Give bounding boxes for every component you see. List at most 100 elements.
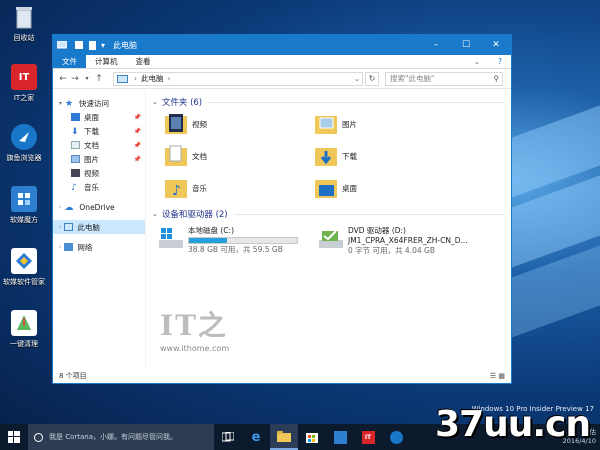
documents-folder-icon bbox=[165, 145, 187, 166]
chevron-right-icon: › bbox=[167, 74, 171, 83]
desktop-folder-icon bbox=[315, 180, 337, 198]
file-explorer-icon bbox=[277, 430, 291, 442]
software-manager-icon bbox=[11, 248, 37, 274]
desktop-icon-ithome[interactable]: IT IT之家 bbox=[2, 64, 46, 103]
title-bar[interactable]: ▾ 此电脑 – ☐ ✕ bbox=[53, 35, 511, 55]
tab-file[interactable]: 文件 bbox=[53, 55, 86, 68]
cortana-search[interactable]: 我是 Cortana，小娜。有问题尽管问我。 bbox=[28, 424, 214, 450]
sidebar-item-music[interactable]: ♪ 音乐 bbox=[53, 180, 145, 194]
browser-icon bbox=[389, 430, 403, 444]
sidebar-item-onedrive[interactable]: › ☁ OneDrive bbox=[53, 200, 145, 214]
pictures-icon bbox=[71, 155, 80, 163]
quick-doc-icon[interactable] bbox=[89, 40, 96, 50]
sidebar-item-downloads[interactable]: ⬇ 下载 📌 bbox=[53, 124, 145, 138]
download-icon: ⬇ bbox=[71, 127, 79, 137]
forward-button[interactable]: → bbox=[69, 74, 81, 84]
sidebar-item-pictures[interactable]: 图片 📌 bbox=[53, 152, 145, 166]
desktop-icon-recycle-bin[interactable]: 回收站 bbox=[2, 4, 46, 43]
folder-desktop[interactable]: 桌面 bbox=[314, 174, 464, 202]
chevron-down-icon: ⌄ bbox=[152, 98, 158, 106]
desktop-icon-browser[interactable]: 旗鱼浏览器 bbox=[2, 124, 46, 163]
navigation-pane: ▾ ★ 快速访问 桌面 📌 ⬇ 下载 📌 文档 📌 图片 📌 视频 ♪ 音乐 ›… bbox=[53, 90, 146, 369]
folder-music[interactable]: ♪ 音乐 bbox=[164, 174, 314, 202]
pc-icon bbox=[57, 40, 67, 48]
folder-downloads[interactable]: 下载 bbox=[314, 142, 464, 170]
up-button[interactable]: ↑ bbox=[93, 74, 105, 84]
maximize-button[interactable]: ☐ bbox=[451, 35, 481, 55]
svg-text:♪: ♪ bbox=[172, 183, 181, 199]
help-icon[interactable]: ? bbox=[489, 55, 511, 68]
tab-view[interactable]: 查看 bbox=[127, 55, 160, 68]
drive-c[interactable]: 本地磁盘 (C:) 38.8 GB 可用，共 59.5 GB bbox=[158, 226, 308, 256]
drive-c-usage-bar bbox=[188, 237, 298, 244]
cube-icon bbox=[333, 430, 347, 444]
taskbar-edge[interactable]: e bbox=[242, 424, 270, 450]
folder-videos[interactable]: 视频 bbox=[164, 110, 314, 138]
sidebar-item-this-pc[interactable]: › 此电脑 bbox=[53, 220, 145, 234]
ithome-icon: IT bbox=[361, 430, 375, 444]
desktop-icon-cube[interactable]: 软媒魔方 bbox=[2, 186, 46, 225]
group-header-folders[interactable]: ⌄ 文件夹 (6) bbox=[152, 94, 505, 110]
close-button[interactable]: ✕ bbox=[481, 35, 511, 55]
qat-dropdown-icon[interactable]: ▾ bbox=[101, 41, 105, 50]
address-bar-row: ← → ▾ ↑ › 此电脑 › ⌄ ↻ 搜索"此电脑" ⚲ bbox=[53, 69, 511, 89]
tab-computer[interactable]: 计算机 bbox=[86, 55, 127, 68]
ribbon-expand-icon[interactable]: ⌄ bbox=[465, 55, 489, 68]
search-icon: ⚲ bbox=[493, 74, 500, 83]
group-header-devices[interactable]: ⌄ 设备和驱动器 (2) bbox=[152, 206, 505, 222]
ithome-icon: IT bbox=[11, 64, 37, 90]
site-watermark: 37uu.cn bbox=[435, 404, 591, 445]
folder-pictures[interactable]: 图片 bbox=[314, 110, 464, 138]
chevron-down-icon[interactable]: ⌄ bbox=[352, 74, 362, 83]
pin-icon: 📌 bbox=[133, 113, 141, 121]
breadcrumb[interactable]: 此电脑 bbox=[141, 73, 164, 84]
desktop-icon-software-manager[interactable]: 软媒软件管家 bbox=[2, 248, 46, 287]
taskbar-ithome[interactable]: IT bbox=[354, 424, 382, 450]
explorer-window: ▾ 此电脑 – ☐ ✕ 文件 计算机 查看 ⌄ ? ← → ▾ ↑ › 此电脑 … bbox=[52, 34, 512, 384]
ithome-watermark: IT之 www.ithome.com bbox=[160, 309, 230, 353]
back-button[interactable]: ← bbox=[57, 74, 69, 84]
search-input[interactable]: 搜索"此电脑" ⚲ bbox=[385, 71, 503, 86]
taskbar-explorer[interactable] bbox=[270, 424, 298, 450]
pin-icon: 📌 bbox=[133, 155, 141, 163]
windows-logo-icon bbox=[8, 431, 20, 443]
video-icon bbox=[71, 169, 80, 177]
sidebar-item-documents[interactable]: 文档 📌 bbox=[53, 138, 145, 152]
status-bar: 8 个项目 ☰ ▦ bbox=[53, 369, 511, 383]
dvd-drive-icon bbox=[319, 230, 343, 248]
pin-icon: 📌 bbox=[133, 141, 141, 149]
music-icon: ♪ bbox=[71, 183, 77, 193]
task-view-icon bbox=[222, 432, 234, 442]
start-button[interactable] bbox=[0, 424, 28, 450]
store-icon bbox=[306, 433, 318, 443]
document-icon bbox=[71, 141, 80, 149]
task-view-button[interactable] bbox=[214, 424, 242, 450]
edge-icon: e bbox=[251, 429, 261, 445]
sidebar-item-quick-access[interactable]: ▾ ★ 快速访问 bbox=[53, 96, 145, 110]
window-title: 此电脑 bbox=[113, 40, 138, 50]
chevron-down-icon: ⌄ bbox=[152, 210, 158, 218]
taskbar-browser[interactable] bbox=[382, 424, 410, 450]
ribbon-tabs: 文件 计算机 查看 ⌄ ? bbox=[53, 55, 511, 69]
recent-dropdown-icon[interactable]: ▾ bbox=[81, 75, 93, 82]
folder-documents[interactable]: 文档 bbox=[164, 142, 314, 170]
address-field[interactable]: › 此电脑 › ⌄ bbox=[113, 71, 363, 86]
downloads-folder-icon bbox=[315, 148, 337, 166]
sep-icon: › bbox=[134, 74, 137, 83]
taskbar-store[interactable] bbox=[298, 424, 326, 450]
desktop-icon-cleanup[interactable]: 一键清理 bbox=[2, 310, 46, 349]
desktop-icon bbox=[71, 113, 80, 121]
cube-icon bbox=[11, 186, 37, 212]
sidebar-item-network[interactable]: › 网络 bbox=[53, 240, 145, 254]
details-view-icon[interactable]: ☰ ▦ bbox=[490, 369, 505, 383]
quick-save-icon[interactable] bbox=[75, 41, 83, 49]
cleanup-icon bbox=[11, 310, 37, 336]
sidebar-item-videos[interactable]: 视频 bbox=[53, 166, 145, 180]
taskbar-cube[interactable] bbox=[326, 424, 354, 450]
minimize-button[interactable]: – bbox=[421, 35, 451, 55]
refresh-button[interactable]: ↻ bbox=[365, 71, 379, 86]
drive-d[interactable]: DVD 驱动器 (D:) JM1_CPRA_X64FRER_ZH-CN_D...… bbox=[318, 226, 468, 256]
pc-icon bbox=[117, 74, 128, 83]
network-icon bbox=[64, 243, 74, 251]
sidebar-item-desktop[interactable]: 桌面 📌 bbox=[53, 110, 145, 124]
